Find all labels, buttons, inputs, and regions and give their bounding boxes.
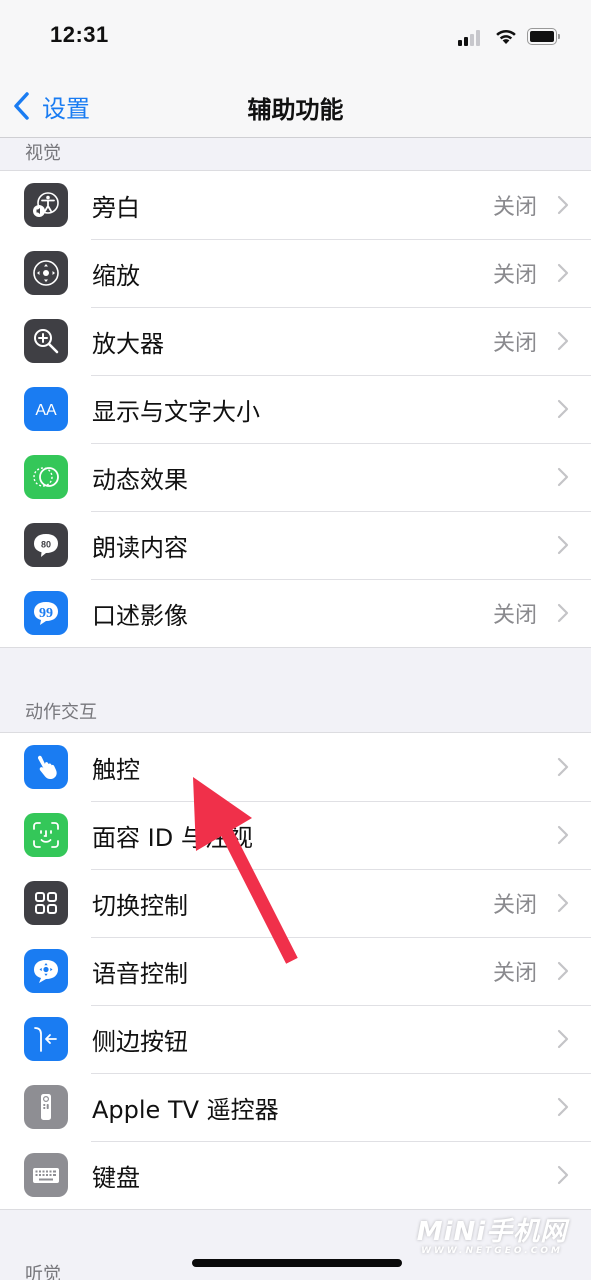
row-value: 关闭: [492, 603, 537, 628]
row-label: 键盘: [92, 1163, 140, 1192]
chevron-right-icon: [557, 893, 569, 913]
row-label: 朗读内容: [92, 533, 188, 562]
section-header-interaction: 动作交互: [0, 648, 591, 732]
row-label: 触控: [92, 755, 140, 784]
chevron-right-icon: [557, 331, 569, 351]
list-item-magnifier[interactable]: 放大器 关闭: [0, 307, 591, 375]
home-indicator[interactable]: [192, 1259, 402, 1267]
svg-text:AA: AA: [35, 402, 57, 419]
keyboard-icon: [24, 1153, 68, 1197]
row-value: 关闭: [492, 331, 537, 356]
svg-text:99: 99: [39, 606, 53, 621]
row-label: 缩放: [92, 261, 140, 290]
row-label: 动态效果: [92, 465, 188, 494]
chevron-right-icon: [557, 1165, 569, 1185]
row-label: 显示与文字大小: [92, 397, 260, 426]
chevron-right-icon: [557, 399, 569, 419]
row-value: 关闭: [492, 195, 537, 220]
watermark-url: WWW.NETGEO.COM: [421, 1246, 563, 1256]
list-item-voiceover[interactable]: 旁白 关闭: [0, 171, 591, 239]
row-label: 口述影像: [92, 601, 188, 630]
row-label: 面容 ID 与注视: [92, 823, 253, 852]
list-item-keyboard[interactable]: 键盘: [0, 1141, 591, 1209]
row-label: 放大器: [92, 329, 164, 358]
section-header-label: 动作交互: [25, 702, 97, 723]
spoken-content-icon: 80: [24, 523, 68, 567]
list-item-motion[interactable]: 动态效果: [0, 443, 591, 511]
row-value: 关闭: [492, 263, 537, 288]
list-item-voice-control[interactable]: 语音控制 关闭: [0, 937, 591, 1005]
text-size-icon: AA: [24, 387, 68, 431]
touch-icon: [24, 745, 68, 789]
section-header-vision: 视觉: [0, 139, 591, 170]
audio-descriptions-icon: 99: [24, 591, 68, 635]
row-label: 旁白: [92, 193, 140, 222]
voice-control-icon: [24, 949, 68, 993]
list-item-zoom[interactable]: 缩放 关闭: [0, 239, 591, 307]
row-label: 语音控制: [92, 959, 188, 988]
row-label: 侧边按钮: [92, 1027, 188, 1056]
list-item-touch[interactable]: 触控: [0, 733, 591, 801]
watermark-brand: MiNi手机网: [416, 1217, 568, 1247]
svg-text:80: 80: [41, 540, 51, 550]
chevron-right-icon: [557, 757, 569, 777]
list-item-side-button[interactable]: 侧边按钮: [0, 1005, 591, 1073]
cellular-signal-icon: [458, 30, 484, 46]
status-bar: 12:31: [0, 0, 591, 76]
motion-icon: [24, 455, 68, 499]
chevron-right-icon: [557, 263, 569, 283]
battery-icon: [527, 28, 561, 45]
chevron-right-icon: [557, 1029, 569, 1049]
section-header-label: 视觉: [25, 143, 61, 164]
chevron-right-icon: [557, 195, 569, 215]
apple-tv-remote-icon: [24, 1085, 68, 1129]
chevron-right-icon: [557, 603, 569, 623]
list-item-display-text-size[interactable]: AA 显示与文字大小: [0, 375, 591, 443]
chevron-right-icon: [557, 467, 569, 487]
magnifier-icon: [24, 319, 68, 363]
switch-control-icon: [24, 881, 68, 925]
list-item-switch-control[interactable]: 切换控制 关闭: [0, 869, 591, 937]
face-id-icon: [24, 813, 68, 857]
chevron-right-icon: [557, 535, 569, 555]
row-value: 关闭: [492, 893, 537, 918]
list-item-face-id-attention[interactable]: 面容 ID 与注视: [0, 801, 591, 869]
vision-settings-group: 旁白 关闭 缩放 关闭 放大器 关闭 AA 显示与文字大小 动态效果 80 朗读…: [0, 170, 591, 648]
voiceover-icon: [24, 183, 68, 227]
chevron-right-icon: [557, 825, 569, 845]
chevron-right-icon: [557, 1097, 569, 1117]
row-value: 关闭: [492, 961, 537, 986]
chevron-right-icon: [557, 961, 569, 981]
zoom-icon: [24, 251, 68, 295]
row-label: Apple TV 遥控器: [92, 1095, 279, 1124]
list-item-audio-descriptions[interactable]: 99 口述影像 关闭: [0, 579, 591, 647]
list-item-apple-tv-remote[interactable]: Apple TV 遥控器: [0, 1073, 591, 1141]
status-time: 12:31: [50, 22, 109, 47]
interaction-settings-group: 触控 面容 ID 与注视 切换控制 关闭 语音控制 关闭 侧边按钮 Apple …: [0, 732, 591, 1210]
row-label: 切换控制: [92, 891, 188, 920]
page-title: 辅助功能: [247, 96, 344, 124]
side-button-icon: [24, 1017, 68, 1061]
section-header-label: 听觉: [25, 1264, 61, 1280]
watermark: MiNi手机网 WWW.NETGEO.COM: [412, 1218, 572, 1256]
navigation-bar: 设置 辅助功能: [0, 76, 591, 138]
list-item-spoken-content[interactable]: 80 朗读内容: [0, 511, 591, 579]
wifi-icon: [496, 29, 516, 44]
